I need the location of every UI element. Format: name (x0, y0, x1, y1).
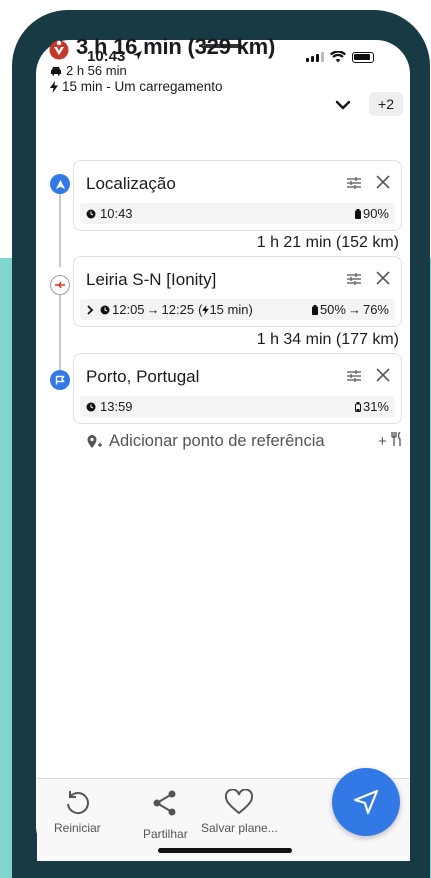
abrp-logo-icon (49, 40, 69, 60)
tune-icon[interactable] (346, 175, 362, 191)
navigate-button[interactable] (332, 768, 400, 836)
charger-node (50, 275, 70, 295)
stop-name: Porto, Portugal (86, 367, 200, 386)
tune-icon[interactable] (346, 271, 362, 287)
share-button[interactable]: Partilhar (143, 789, 188, 841)
stop-card-charger[interactable]: Leiria S-N [Ionity] 12:05 → 12:25 ( 15 m… (73, 256, 402, 327)
lightning-icon (202, 304, 210, 315)
clock-icon (86, 209, 96, 218)
battery-level-icon (354, 208, 361, 219)
charge-summary-row: 15 min - Um carregamento (50, 79, 223, 94)
timeline-line (59, 192, 61, 267)
departure-time: 12:25 (161, 302, 195, 317)
chevron-right-icon[interactable] (86, 304, 94, 315)
battery-to: 76% (362, 302, 389, 317)
close-icon[interactable] (375, 270, 391, 286)
charger-icon (55, 281, 65, 289)
stop-name: Localização (86, 174, 176, 193)
restaurant-icon (391, 431, 401, 446)
drive-time-row: 2 h 56 min (50, 63, 127, 78)
battery-level: 90% (362, 206, 389, 221)
close-icon[interactable] (375, 367, 391, 383)
charge-duration: 15 min (209, 302, 249, 317)
stop-name: Leiria S-N [Ionity] (86, 270, 217, 289)
clock-icon (86, 402, 96, 411)
battery-from: 50% (319, 302, 346, 317)
timeline-line (59, 295, 61, 370)
stop-details: 12:05 → 12:25 ( 15 min ) 50% → 76% (80, 299, 395, 320)
restart-button[interactable]: Reiniciar (54, 789, 101, 835)
restart-label: Reiniciar (54, 821, 101, 835)
extras-label: + (378, 433, 387, 450)
add-waypoint-label: Adicionar ponto de referência (109, 432, 325, 450)
destination-node (50, 370, 70, 390)
add-extras-button[interactable]: + (378, 431, 403, 450)
origin-node (50, 174, 70, 194)
leg-duration: 1 h 34 min (177 km) (256, 331, 399, 348)
close-icon[interactable] (375, 174, 391, 190)
leg-duration: 1 h 21 min (152 km) (256, 234, 399, 251)
alternative-routes-button[interactable]: +2 (369, 92, 403, 116)
battery-icon (352, 51, 374, 63)
status-icons (306, 51, 374, 63)
battery-level: 31% (362, 399, 389, 414)
stop-time: 10:43 (100, 206, 133, 221)
restart-icon (67, 791, 90, 815)
arrival-time: 12:05 (112, 302, 145, 317)
add-location-icon (87, 434, 102, 448)
flag-icon (55, 375, 65, 385)
save-plan-button[interactable]: Salvar plane... (201, 789, 278, 835)
lightning-icon (50, 80, 58, 93)
stop-card-destination[interactable]: Porto, Portugal 13:59 31% (73, 353, 402, 424)
stop-card-origin[interactable]: Localização 10:43 90% (73, 160, 402, 231)
save-plan-label: Salvar plane... (201, 821, 278, 835)
charge-summary: 15 min - Um carregamento (62, 79, 223, 94)
tune-icon[interactable] (346, 368, 362, 384)
stop-details: 10:43 90% (80, 203, 395, 224)
wifi-icon (330, 51, 346, 63)
clock-icon (100, 305, 110, 314)
add-waypoint-button[interactable]: Adicionar ponto de referência (86, 432, 325, 451)
navigation-arrow-icon (353, 789, 379, 815)
drive-time: 2 h 56 min (66, 63, 127, 78)
navigation-arrow-icon (55, 179, 65, 189)
chevron-down-icon[interactable] (334, 96, 352, 114)
home-indicator (158, 848, 292, 853)
stop-time: 13:59 (100, 399, 133, 414)
battery-level-icon (311, 304, 318, 315)
heart-icon (225, 789, 254, 815)
route-summary-title: 3 h 16 min (329 km) (76, 34, 276, 59)
stop-details: 13:59 31% (80, 396, 395, 417)
car-icon (51, 66, 61, 75)
share-label: Partilhar (143, 827, 188, 841)
signal-icon (306, 52, 324, 62)
battery-level-icon (354, 401, 361, 412)
share-icon (153, 790, 176, 816)
